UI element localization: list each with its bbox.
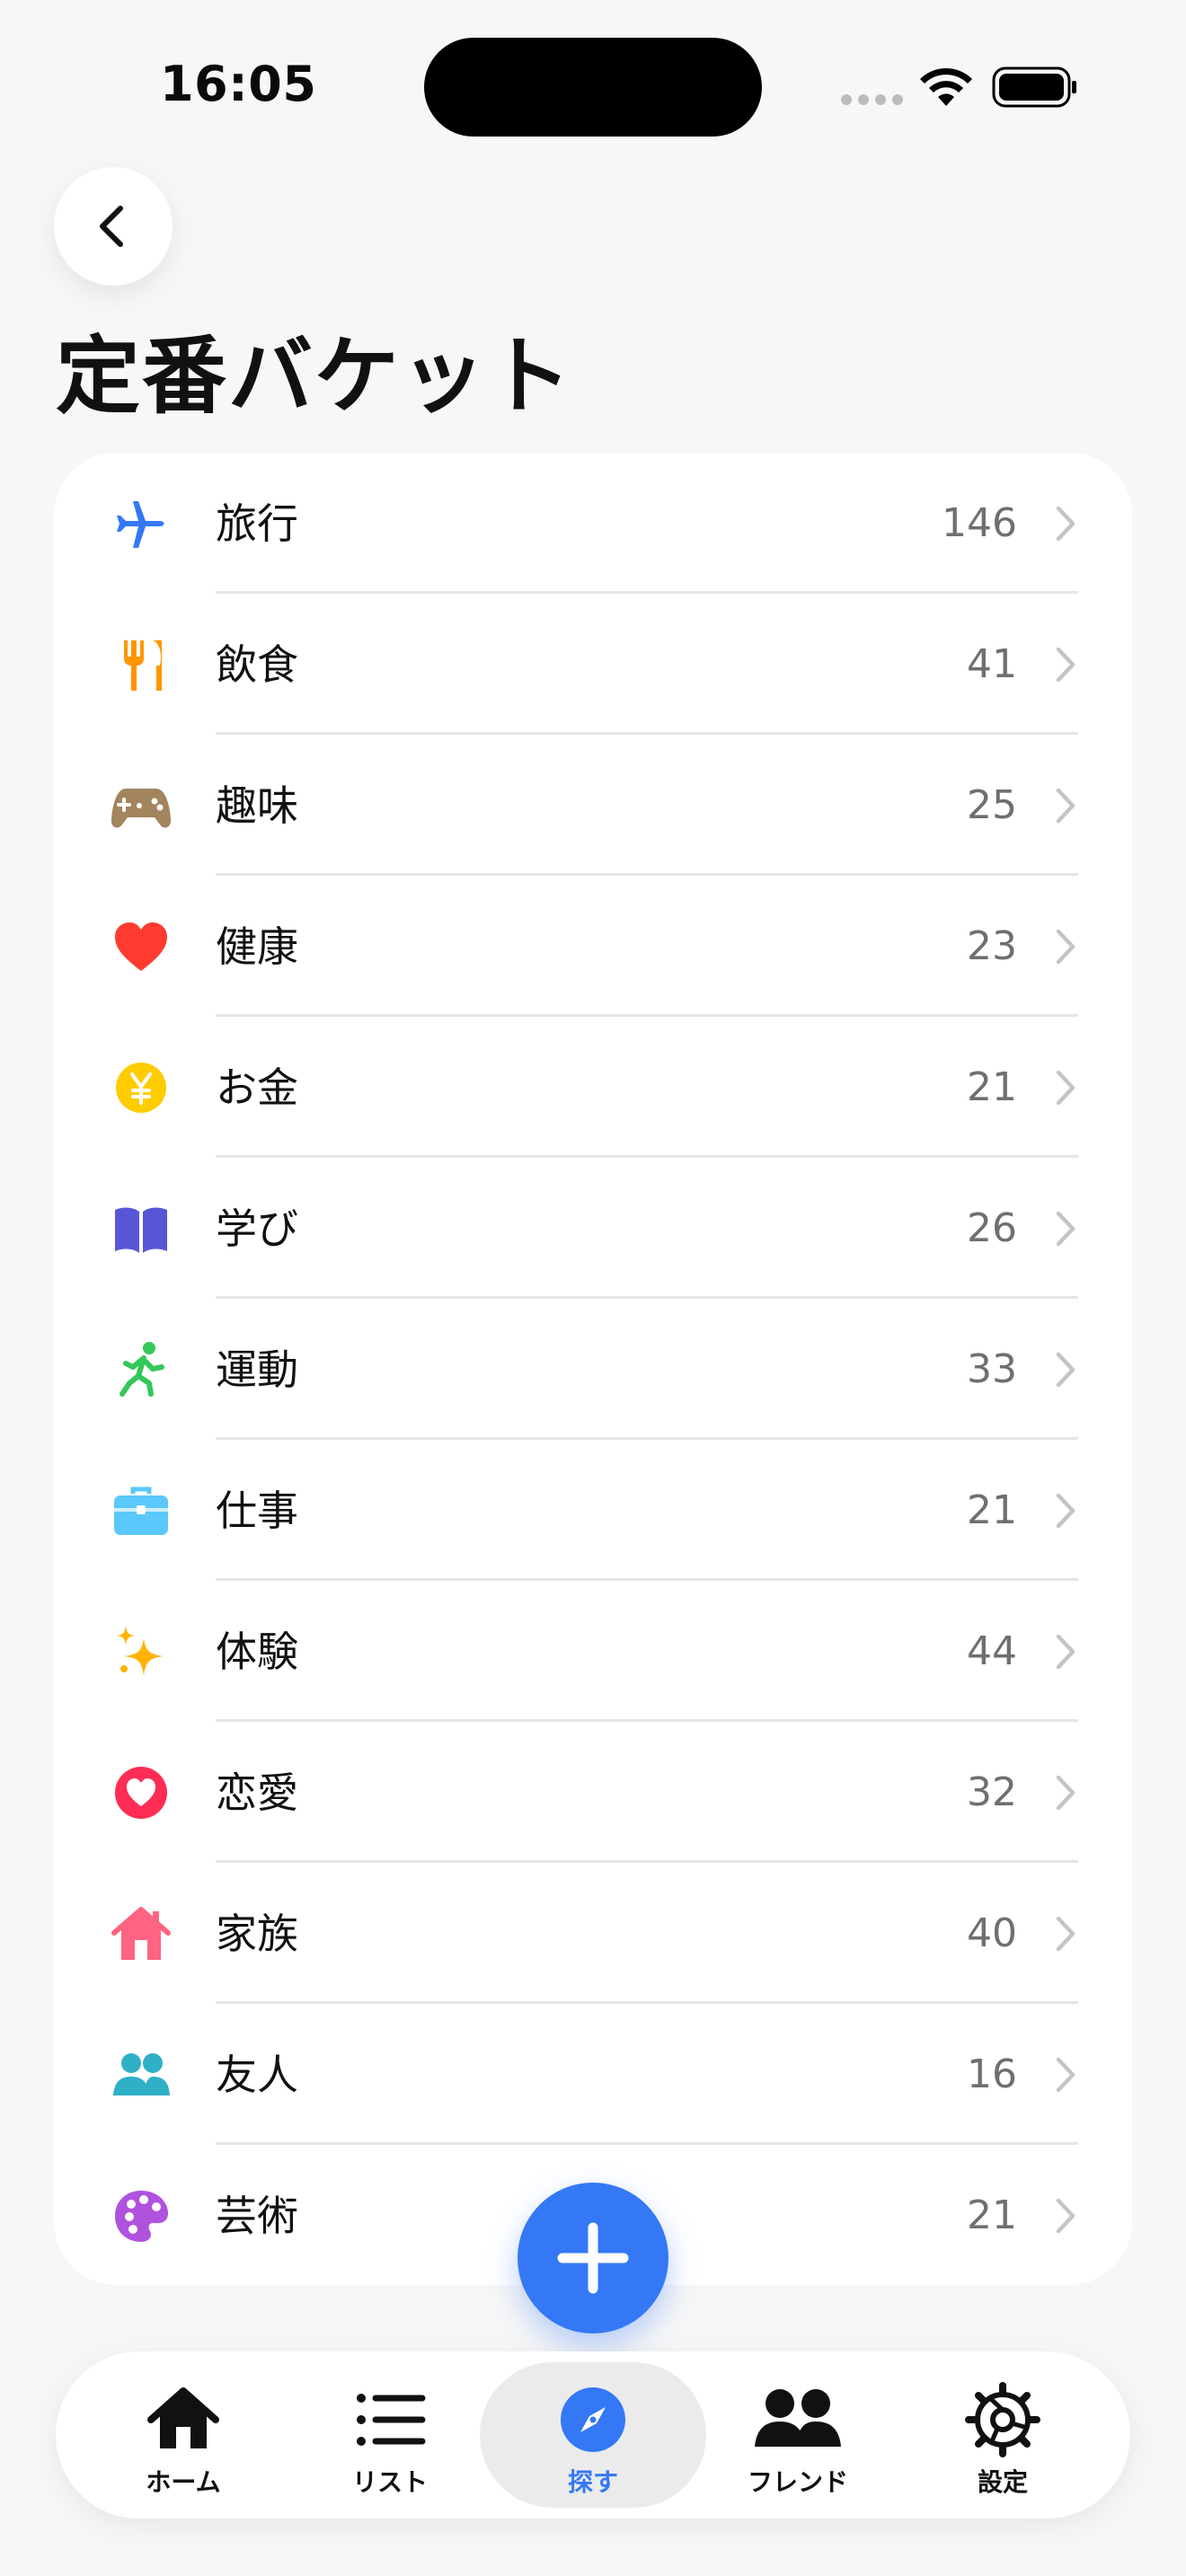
category-count: 26 — [967, 1205, 1017, 1251]
running-figure-icon — [119, 1342, 164, 1397]
tab-friends[interactable]: フレンド — [685, 2362, 911, 2508]
add-button[interactable] — [518, 2183, 668, 2333]
category-count: 25 — [967, 782, 1017, 828]
cellular-signal-icon — [841, 94, 904, 107]
category-row[interactable]: 家族 40 — [54, 1863, 1132, 2004]
category-label: 趣味 — [216, 781, 298, 830]
category-label: 芸術 — [216, 2192, 298, 2240]
category-row[interactable]: 仕事 21 — [54, 1440, 1132, 1581]
category-count: 16 — [967, 2051, 1017, 2097]
chevron-right-icon — [1056, 1493, 1075, 1529]
tab-list-label: リスト — [351, 2467, 428, 2497]
tab-settings-label: 設定 — [977, 2467, 1028, 2497]
category-label: 旅行 — [216, 499, 298, 548]
tab-home[interactable]: ホーム — [70, 2362, 296, 2508]
category-row[interactable]: お金 21 — [54, 1017, 1132, 1158]
list-icon — [357, 2394, 426, 2446]
category-count: 146 — [942, 500, 1017, 546]
tab-bar: ホーム リスト 探す フレンド 設定 — [56, 2351, 1130, 2519]
heart-icon — [115, 922, 167, 971]
chevron-right-icon — [1056, 788, 1075, 824]
category-row[interactable]: 運動 33 — [54, 1299, 1132, 1440]
tab-friends-label: フレンド — [747, 2467, 848, 2497]
tab-list[interactable]: リスト — [277, 2362, 503, 2508]
chevron-right-icon — [1056, 929, 1075, 965]
page-title: 定番バケット — [56, 328, 574, 426]
category-count: 40 — [967, 1910, 1017, 1956]
category-row[interactable]: 学び 26 — [54, 1158, 1132, 1299]
category-row[interactable]: 体験 44 — [54, 1581, 1132, 1722]
category-count: 21 — [967, 2192, 1017, 2238]
category-row[interactable]: 友人 16 — [54, 2004, 1132, 2145]
gear-icon — [965, 2382, 1040, 2457]
category-count: 33 — [967, 1346, 1017, 1392]
category-label: 仕事 — [216, 1486, 298, 1535]
category-label: 飲食 — [216, 640, 298, 689]
gamecontroller-icon — [111, 789, 171, 828]
dynamic-island — [424, 38, 762, 137]
status-bar: 16:05 — [0, 0, 1186, 171]
category-label: 家族 — [216, 1910, 298, 1958]
chevron-right-icon — [1056, 506, 1075, 542]
fork-knife-icon — [124, 640, 162, 691]
category-count: 23 — [967, 923, 1017, 969]
compass-icon — [561, 2387, 625, 2452]
status-time: 16:05 — [160, 56, 317, 112]
category-label: 体験 — [216, 1628, 298, 1676]
category-row[interactable]: 健康 23 — [54, 876, 1132, 1017]
category-row[interactable]: 恋愛 32 — [54, 1722, 1132, 1863]
category-count: 21 — [967, 1064, 1017, 1110]
battery-icon — [992, 66, 1076, 108]
wifi-icon — [920, 67, 972, 106]
category-count: 21 — [967, 1487, 1017, 1533]
palette-icon — [115, 2191, 168, 2242]
chevron-right-icon — [1056, 1352, 1075, 1388]
chevron-left-icon — [100, 206, 123, 247]
house-fill-icon — [147, 2387, 219, 2448]
category-label: 学び — [216, 1204, 298, 1253]
category-row[interactable]: 趣味 25 — [54, 735, 1132, 876]
category-row[interactable]: 旅行 146 — [54, 453, 1132, 594]
tab-explore[interactable]: 探す — [480, 2362, 706, 2508]
chevron-right-icon — [1056, 2057, 1075, 2093]
chevron-right-icon — [1056, 1916, 1075, 1952]
category-row[interactable]: 飲食 41 — [54, 594, 1132, 735]
book-icon — [115, 1207, 167, 1253]
people-icon — [113, 2053, 170, 2095]
chevron-right-icon — [1056, 1211, 1075, 1247]
chevron-right-icon — [1056, 647, 1075, 683]
back-button[interactable] — [54, 167, 173, 286]
house-icon — [111, 1907, 171, 1960]
tab-explore-label: 探す — [567, 2467, 618, 2497]
people-fill-icon — [755, 2389, 841, 2447]
sparkles-icon — [117, 1626, 164, 1676]
category-count: 32 — [967, 1769, 1017, 1815]
yen-coin-icon — [116, 1063, 166, 1113]
airplane-icon — [117, 501, 164, 548]
tab-home-label: ホーム — [146, 2467, 221, 2497]
category-label: 運動 — [216, 1345, 298, 1394]
chevron-right-icon — [1056, 1070, 1075, 1106]
category-label: 健康 — [216, 922, 298, 971]
category-count: 41 — [967, 641, 1017, 687]
chevron-right-icon — [1056, 2198, 1075, 2234]
category-count: 44 — [967, 1628, 1017, 1674]
category-label: お金 — [216, 1063, 298, 1112]
tab-settings[interactable]: 設定 — [890, 2362, 1116, 2508]
chevron-right-icon — [1056, 1634, 1075, 1670]
chevron-right-icon — [1056, 1775, 1075, 1811]
category-label: 友人 — [216, 2051, 298, 2099]
category-label: 恋愛 — [216, 1769, 298, 1817]
category-list: 旅行 146 飲食 41 趣味 25 健康 23 お金 21 学び 26 運動 33 仕事 21 体験 44 恋愛 3… — [54, 453, 1132, 2285]
plus-icon — [557, 2222, 629, 2294]
briefcase-icon — [114, 1486, 168, 1535]
heart-circle-icon — [115, 1767, 167, 1819]
